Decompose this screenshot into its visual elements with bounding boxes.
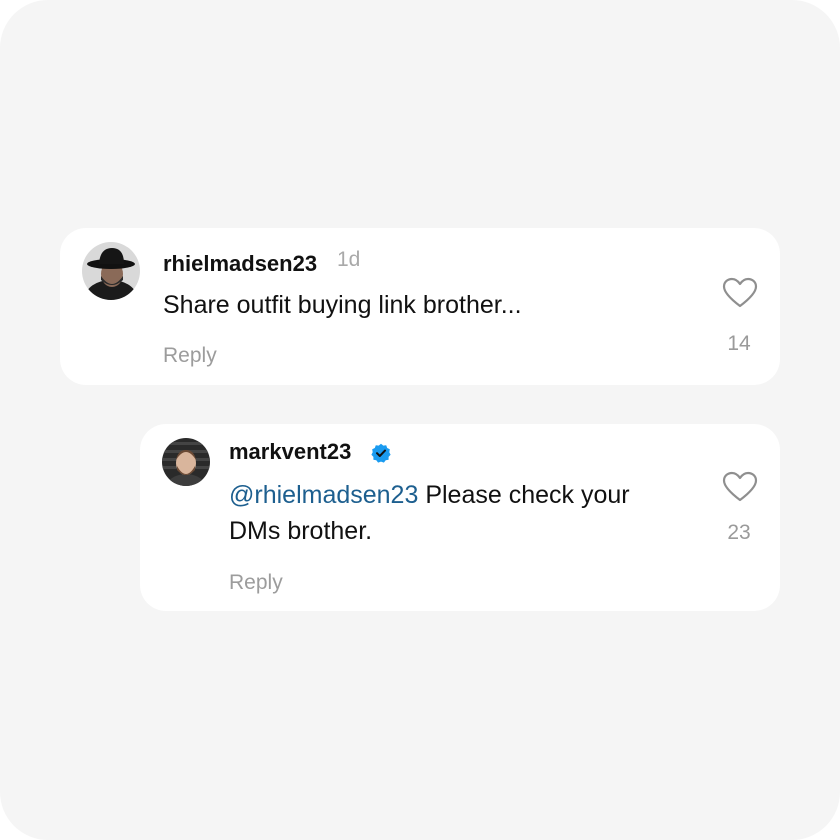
comment-card: rhielmadsen23 1d Share outfit buying lin… (60, 228, 780, 385)
user-avatar[interactable] (82, 242, 140, 300)
reply-button[interactable]: Reply (163, 344, 217, 368)
user-avatar[interactable] (162, 438, 210, 486)
like-count: 23 (727, 521, 751, 544)
user-mention-link[interactable]: @rhielmadsen23 (229, 481, 418, 509)
comment-timestamp: 1d (337, 248, 361, 271)
comment-text: Share outfit buying link brother... (163, 291, 522, 319)
canvas-background: rhielmadsen23 1d Share outfit buying lin… (0, 0, 840, 840)
reply-comment-card: markvent23 @rhielmadsen23 Please check y… (140, 424, 780, 611)
comment-username[interactable]: markvent23 (229, 439, 351, 465)
verified-badge-icon (371, 443, 391, 463)
comment-username[interactable]: rhielmadsen23 (163, 251, 317, 277)
heart-outline-icon[interactable] (722, 277, 758, 309)
heart-outline-icon[interactable] (722, 471, 758, 503)
like-count: 14 (727, 332, 751, 355)
comment-text: @rhielmadsen23 Please check your DMs bro… (229, 477, 649, 549)
reply-button[interactable]: Reply (229, 571, 283, 595)
